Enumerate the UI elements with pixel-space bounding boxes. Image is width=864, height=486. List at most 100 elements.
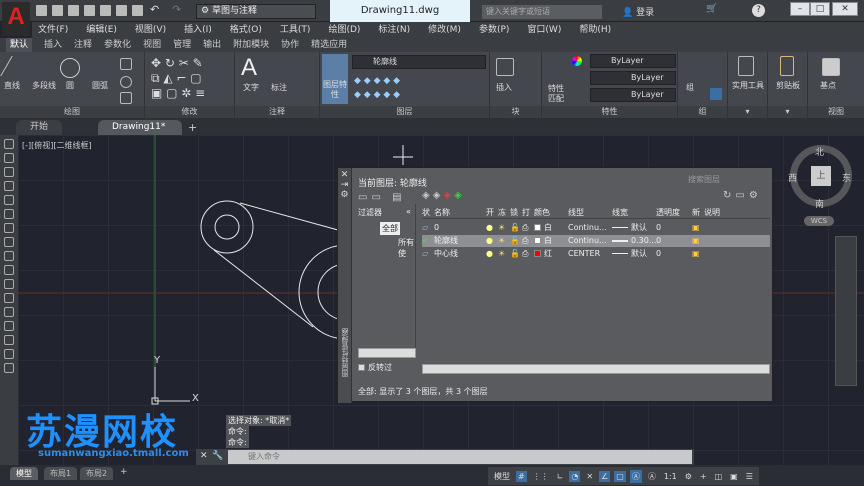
search-input[interactable]: 键入关键字或短语 [482,5,602,19]
utilities-button[interactable]: 实用工具 [728,80,768,91]
linetype-dropdown[interactable]: ByLayer [590,71,676,85]
hatch-icon[interactable] [120,92,132,104]
layer-color[interactable]: 白 [534,222,552,234]
maximize-button[interactable]: □ [810,2,830,16]
layer-linetype[interactable]: Continu... [568,222,607,234]
isodraft-toggle[interactable]: ✕ [584,471,595,482]
help-icon[interactable]: ? [752,4,765,17]
fullscreen-icon[interactable]: ▣ [728,471,740,482]
layer-lineweight[interactable]: 默认 [612,222,647,234]
workspace-dropdown[interactable]: ⚙ 草图与注释 [196,4,316,19]
compass-south[interactable]: 南 [815,197,824,210]
customize-command-icon[interactable]: 🔧 [212,451,223,461]
menu-view[interactable]: 视图(V) [135,22,166,38]
viewcube-top[interactable]: 上 [811,166,831,186]
mtext-tool-icon[interactable] [4,363,14,373]
add-layout-button[interactable]: + [120,467,128,477]
new-tab-button[interactable]: + [188,121,197,134]
panel-title-view[interactable]: 视图 [808,106,864,118]
layer-linetype[interactable]: Continu... [568,235,607,247]
layer-row[interactable]: ▱ 中心线 ● ☀ 🔓 ⎙ 红 CENTER 默认 0 ▣ [422,248,770,260]
tab-manage[interactable]: 管理 [173,38,191,52]
lock-icon[interactable]: 🔓 [510,248,520,260]
new-vp-freeze-icon[interactable]: ▣ [692,235,700,247]
open-icon[interactable] [52,5,63,16]
layer-row[interactable]: ✔ 轮廓线 ● ☀ 🔓 ⎙ 白 Continu... 0.30... 0 ▣ [422,235,770,247]
new-icon[interactable] [36,5,47,16]
polygon-tool-icon[interactable] [4,167,14,177]
circle-tool-icon[interactable] [4,209,14,219]
layer-toolbar[interactable]: ◈◈◈◈ [422,190,465,201]
arc-tool-icon[interactable] [4,195,14,205]
rectangle-tool-icon[interactable] [4,181,14,191]
filter-all-used[interactable]: 所有使 [398,237,415,259]
layer-transparency[interactable]: 0 [656,235,661,247]
polyline-button[interactable]: 多段线 [32,80,56,91]
ortho-toggle[interactable]: ∟ [555,471,566,482]
tab-addins[interactable]: 附加模块 [233,38,269,52]
workspace-gear-icon[interactable]: ⚙ [683,471,694,482]
layer-transparency[interactable]: 0 [656,222,661,234]
layout-tab-2[interactable]: 布局2 [80,467,114,480]
group-button[interactable]: 组 [686,82,694,93]
panel-title-annotation[interactable]: 注释 [235,106,319,118]
grid-toggle[interactable]: # [516,470,527,482]
block-tool-icon[interactable] [4,279,14,289]
filter-scrollbar[interactable] [358,348,416,358]
ellipse-icon[interactable] [120,76,132,88]
customize-menu-icon[interactable]: ☰ [744,471,755,482]
snap-toggle[interactable]: ⋮⋮ [531,471,551,482]
layer-list-scrollbar[interactable] [422,364,770,374]
filter-toolbar[interactable]: ▭▭ ▤ [358,192,406,203]
match-properties-button[interactable]: 特性匹配 [546,84,566,104]
login-button[interactable]: 👤 登录 [622,5,654,18]
new-vp-freeze-icon[interactable]: ▣ [692,222,700,234]
osnap-tracking-toggle[interactable]: ∠ [599,470,611,482]
redo-icon[interactable]: ↷ [172,3,181,16]
layer-color[interactable]: 红 [534,248,552,260]
invert-filter-checkbox[interactable]: 反转过 [358,362,392,373]
layer-name[interactable]: 中心线 [434,248,458,260]
panel-title-groups[interactable]: 组 [678,106,727,118]
menu-draw[interactable]: 绘图(D) [328,22,360,38]
cart-icon[interactable]: 🛒 [706,4,717,14]
layout-tab-model[interactable]: 模型 [10,467,38,480]
panel-title-modify[interactable]: 修改 [145,106,234,118]
filter-all[interactable]: 全部 [380,222,400,235]
palette-settings-icon[interactable]: ⚙ [338,190,351,200]
panel-title-draw[interactable]: 绘图 [0,106,144,118]
lineweight-dropdown[interactable]: ByLayer [590,88,676,102]
clipboard-button[interactable]: 剪贴板 [768,80,808,91]
publish-icon[interactable] [100,5,111,16]
minimize-button[interactable]: – [790,2,810,16]
table-tool-icon[interactable] [4,349,14,359]
line-tool-icon[interactable] [4,139,14,149]
command-input[interactable]: 键入命令 [228,450,692,464]
plot-icon[interactable]: ⎙ [522,248,528,260]
new-vp-freeze-icon[interactable]: ▣ [692,248,700,260]
panel-title-block[interactable]: 块 [490,106,541,118]
tab-default[interactable]: 默认 [6,38,33,52]
layer-transparency[interactable]: 0 [656,248,661,260]
menu-window[interactable]: 窗口(W) [527,22,561,38]
app-menu-button[interactable]: A [2,2,30,36]
palette-title-strip[interactable]: ✕ ⇥ ⚙ 图层特性管理器 [338,168,352,403]
thaw-sun-icon[interactable]: ☀ [498,222,505,234]
plot-icon[interactable]: ⎙ [522,235,528,247]
revcloud-tool-icon[interactable] [4,223,14,233]
layer-color[interactable]: 白 [534,235,552,247]
panel-title-layers[interactable]: 图层 [320,106,489,118]
refresh-settings-icons[interactable]: ↻▭⚙ [723,190,762,201]
basepoint-button[interactable]: 基点 [820,80,836,91]
tab-view[interactable]: 视图 [143,38,161,52]
plot-icon[interactable] [116,5,127,16]
line-button[interactable]: 直线 [4,80,20,91]
circle-button[interactable]: 圆 [66,80,74,91]
tab-featured[interactable]: 精选应用 [311,38,347,52]
plot-icon[interactable]: ⎙ [522,222,528,234]
menu-file[interactable]: 文件(F) [38,22,68,38]
close-palette-icon[interactable]: ✕ [338,170,351,180]
osnap-toggle[interactable]: ▢ [614,470,626,482]
collapse-filters-icon[interactable]: « [406,207,411,216]
layer-search-input[interactable]: 搜索图层 [684,174,770,186]
